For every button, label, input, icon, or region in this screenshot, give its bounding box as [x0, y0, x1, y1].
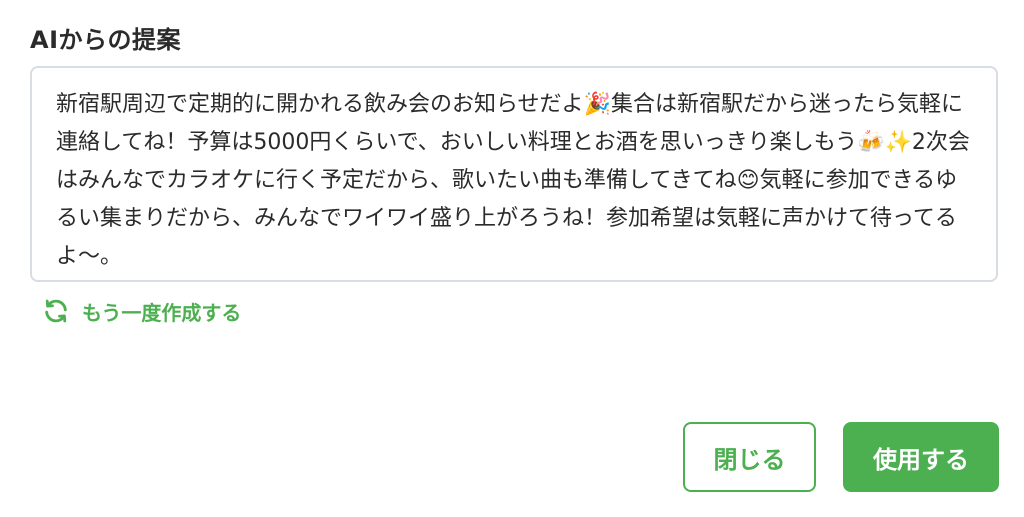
regenerate-label: もう一度作成する	[82, 300, 242, 325]
close-button[interactable]: 閉じる	[683, 422, 816, 492]
suggestion-textarea[interactable]: 新宿駅周辺で定期的に開かれる飲み会のお知らせだよ🎉集合は新宿駅だから迷ったら気軽…	[30, 66, 998, 282]
suggestion-text: 新宿駅周辺で定期的に開かれる飲み会のお知らせだよ🎉集合は新宿駅だから迷ったら気軽…	[56, 92, 970, 269]
refresh-icon	[42, 297, 70, 325]
panel-title: AIからの提案	[30, 26, 182, 54]
regenerate-button[interactable]: もう一度作成する	[42, 296, 241, 326]
use-button[interactable]: 使用する	[843, 422, 999, 492]
